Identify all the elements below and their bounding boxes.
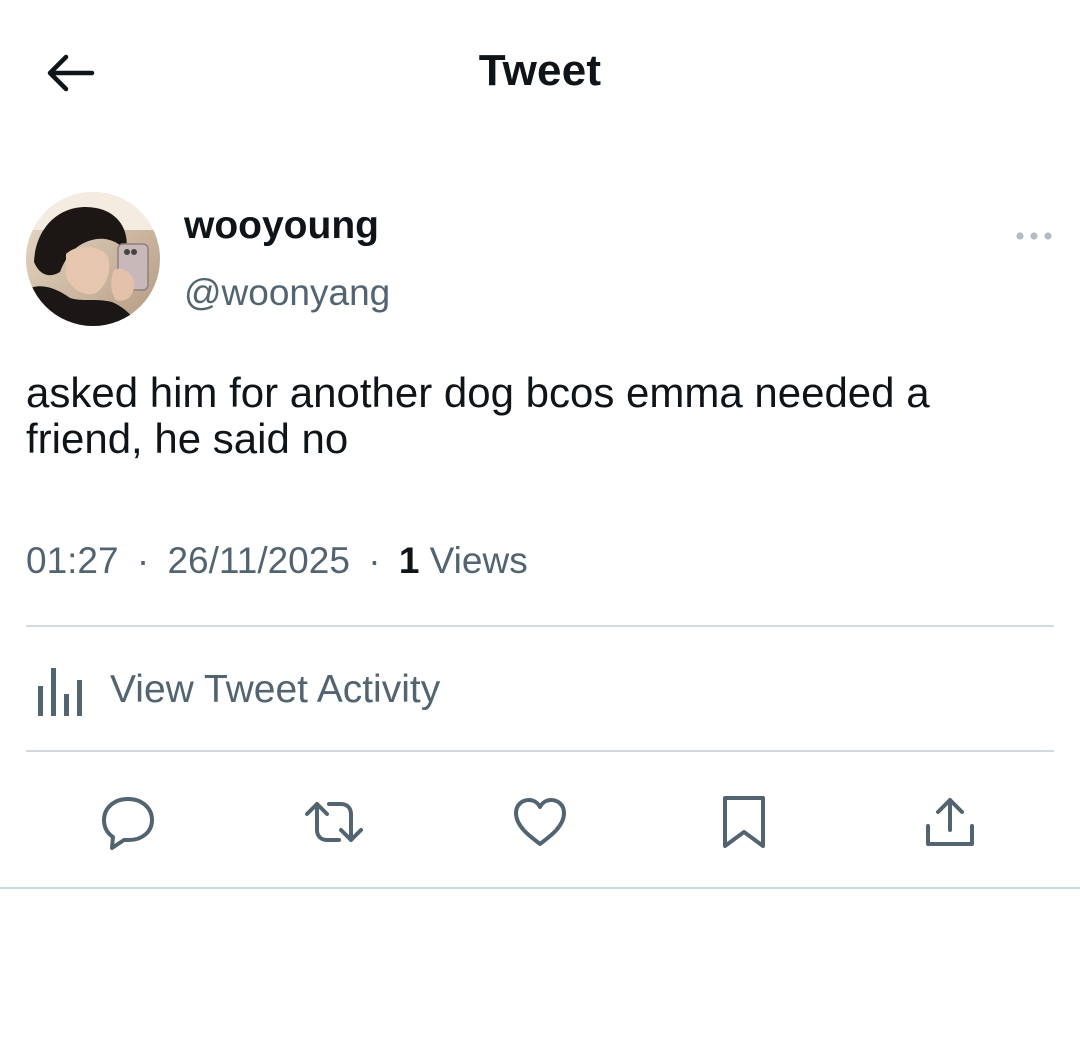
bookmark-button[interactable] bbox=[712, 790, 776, 854]
tweet-date: 26/11/2025 bbox=[167, 540, 350, 581]
divider bbox=[26, 625, 1054, 627]
author-display-name[interactable]: wooyoung bbox=[184, 204, 379, 248]
more-options-button[interactable] bbox=[1012, 222, 1056, 250]
tweet-text: asked him for another dog bcos emma need… bbox=[26, 369, 930, 462]
views-count: 1 bbox=[398, 540, 420, 581]
heart-icon bbox=[514, 798, 566, 846]
meta-separator: · bbox=[136, 540, 150, 581]
divider bbox=[0, 887, 1080, 889]
views-label: Views bbox=[429, 540, 528, 581]
share-button[interactable] bbox=[918, 790, 982, 854]
divider bbox=[26, 750, 1054, 752]
retweet-button[interactable] bbox=[302, 790, 366, 854]
meta-separator: · bbox=[368, 540, 381, 581]
tweet-meta: 01:27 · 26/11/2025 · 1 Views bbox=[26, 540, 528, 582]
view-tweet-activity-label: View Tweet Activity bbox=[110, 668, 441, 711]
view-tweet-activity-link[interactable]: View Tweet Activity bbox=[26, 660, 626, 720]
tweet-detail-page: Tweet wooyoung @woonyang asked him for a… bbox=[0, 0, 1080, 1055]
more-horizontal-icon bbox=[1016, 232, 1052, 240]
reply-icon bbox=[102, 797, 154, 850]
author-handle[interactable]: @woonyang bbox=[184, 272, 390, 314]
bookmark-icon bbox=[723, 796, 765, 848]
page-title: Tweet bbox=[478, 46, 602, 95]
avatar-photo bbox=[26, 192, 160, 326]
like-button[interactable] bbox=[508, 790, 572, 854]
bar-chart-icon bbox=[38, 668, 82, 716]
reply-button[interactable] bbox=[96, 790, 160, 854]
top-navigation-bar: Tweet bbox=[0, 0, 1080, 150]
share-icon bbox=[926, 798, 974, 846]
retweet-icon bbox=[305, 802, 363, 842]
avatar[interactable] bbox=[26, 192, 160, 326]
tweet-time: 01:27 bbox=[26, 540, 119, 581]
